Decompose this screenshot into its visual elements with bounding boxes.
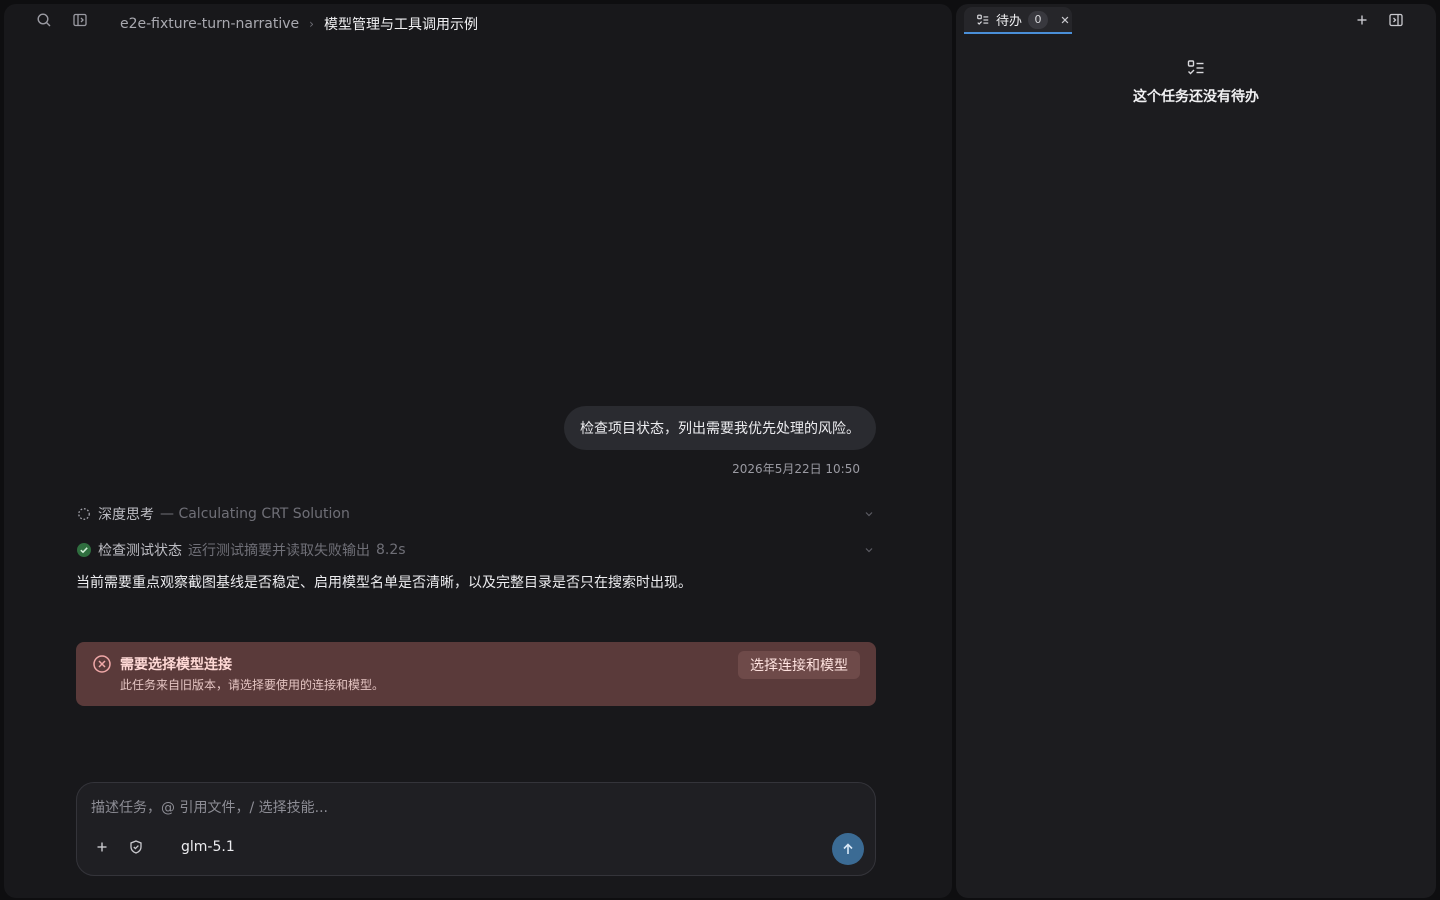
chevron-down-icon[interactable] [862, 543, 876, 557]
send-button[interactable] [832, 833, 864, 865]
step-title: 检查测试状态 [98, 543, 182, 559]
checklist-icon [1186, 58, 1206, 78]
assistant-answer: 当前需要重点观察截图基线是否稳定、启用模型名单是否清晰，以及完整目录是否只在搜索… [76, 575, 692, 591]
todo-count-badge: 0 [1028, 10, 1049, 29]
error-description: 此任务来自旧版本，请选择要使用的连接和模型。 [120, 678, 385, 692]
plus-icon[interactable] [1350, 8, 1374, 32]
chevron-down-icon[interactable] [862, 507, 876, 521]
add-attachment-icon[interactable] [90, 835, 114, 859]
step-title: 深度思考 [98, 507, 154, 523]
step-detail: — Calculating CRT Solution [160, 506, 350, 522]
arrow-up-icon [840, 841, 856, 857]
step-detail: 运行测试摘要并读取失败输出 [188, 543, 370, 559]
shield-check-icon[interactable] [124, 835, 148, 859]
breadcrumb: e2e-fixture-turn-narrative › 模型管理与工具调用示例 [120, 13, 478, 35]
error-title: 需要选择模型连接 [120, 657, 232, 673]
breadcrumb-project[interactable]: e2e-fixture-turn-narrative [120, 16, 299, 32]
thinking-spinner-icon [76, 506, 92, 522]
conversation-pane: e2e-fixture-turn-narrative › 模型管理与工具调用示例… [4, 4, 952, 898]
page-title: 模型管理与工具调用示例 [323, 17, 478, 33]
step-check-tests[interactable]: 检查测试状态 运行测试摘要并读取失败输出 8.2s [76, 539, 876, 561]
todo-empty-state: 这个任务还没有待办 [956, 58, 1436, 106]
task-input[interactable] [91, 795, 851, 821]
search-icon[interactable] [32, 8, 56, 32]
step-duration: 8.2s [376, 542, 406, 558]
check-circle-icon [76, 542, 92, 558]
select-connection-button[interactable]: 选择连接和模型 [738, 651, 860, 679]
collapse-panel-icon[interactable] [1384, 8, 1408, 32]
checklist-icon [976, 13, 990, 27]
step-thinking[interactable]: 深度思考 — Calculating CRT Solution [76, 503, 876, 525]
model-selector[interactable]: glm-5.1 [181, 839, 235, 855]
user-message: 检查项目状态，列出需要我优先处理的风险。 [564, 406, 876, 450]
message-timestamp: 2026年5月22日 10:50 [732, 462, 860, 476]
breadcrumb-separator: › [309, 17, 314, 31]
error-x-circle-icon [92, 654, 112, 674]
todo-panel: 待办 0 这个任务还没有待办 [956, 4, 1436, 898]
sidebar-toggle-icon[interactable] [68, 8, 92, 32]
empty-state-text: 这个任务还没有待办 [1133, 89, 1259, 105]
tab-label: 待办 [996, 14, 1023, 29]
composer: glm-5.1 [76, 782, 876, 876]
tab-todo[interactable]: 待办 0 [964, 7, 1072, 34]
close-icon[interactable] [1058, 13, 1072, 27]
error-banner: 需要选择模型连接 此任务来自旧版本，请选择要使用的连接和模型。 选择连接和模型 [76, 642, 876, 706]
